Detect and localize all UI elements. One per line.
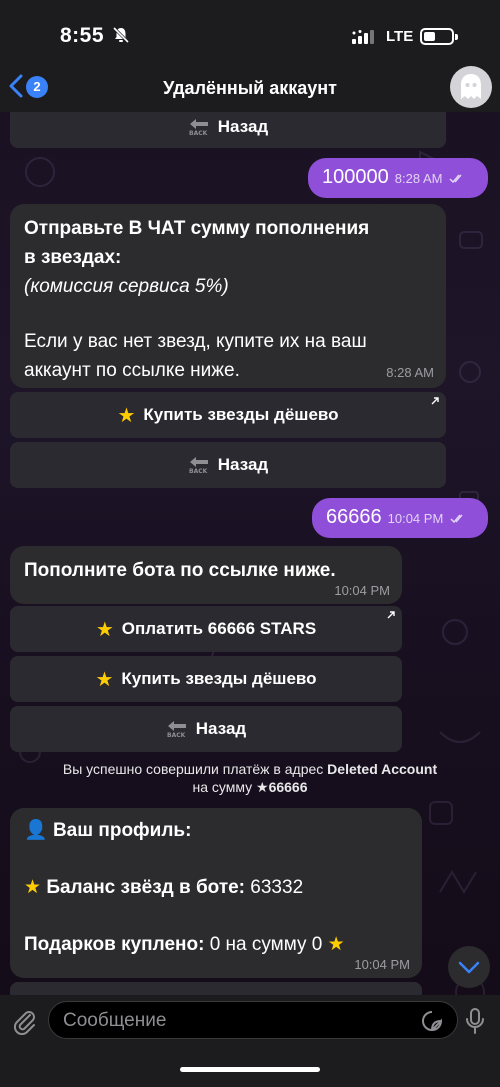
external-link-icon bbox=[387, 611, 395, 619]
battery-icon bbox=[420, 28, 458, 45]
star-icon: ★ bbox=[117, 404, 136, 427]
outgoing-message[interactable]: 100000 8:28 AM bbox=[308, 158, 488, 198]
back-button-label: Назад bbox=[217, 455, 269, 474]
star-icon: ★ bbox=[24, 877, 42, 898]
message-list[interactable]: BACK Назад 100000 8:28 AM Отправьте В ЧАТ… bbox=[0, 112, 500, 995]
buy-stars-label: Купить звезды дёшево bbox=[143, 405, 339, 424]
star-icon: ★ bbox=[327, 934, 345, 955]
message-time: 10:04 PM bbox=[354, 957, 410, 972]
message-time: 10:04 PM bbox=[334, 583, 390, 598]
user-silhouette-icon: 👤 bbox=[24, 820, 48, 841]
svg-text:BACK: BACK bbox=[167, 732, 186, 738]
home-indicator bbox=[180, 1067, 320, 1072]
message-line: в звездах: bbox=[24, 247, 122, 268]
message-line: Отправьте В ЧАТ сумму пополнения bbox=[24, 218, 370, 239]
message-input[interactable] bbox=[63, 1008, 403, 1034]
gifts-value: 0 на сумму 0 bbox=[209, 934, 323, 955]
service-star-icon: ★ bbox=[256, 779, 269, 795]
balance-value: 63332 bbox=[250, 877, 304, 898]
chat-header: 2 Удалённый аккаунт bbox=[0, 66, 500, 112]
external-link-icon bbox=[431, 397, 439, 405]
status-bar: 8:55 LTE bbox=[0, 0, 500, 66]
back-button-label: Назад bbox=[195, 719, 247, 738]
microphone-icon[interactable] bbox=[464, 1007, 486, 1035]
balance-row: ★ Баланс звёзд в боте: 63332 bbox=[24, 873, 408, 902]
chevron-down-icon bbox=[458, 961, 480, 974]
message-time: 10:04 PM bbox=[387, 511, 444, 526]
incoming-message[interactable]: Отправьте В ЧАТ сумму пополнения в звезд… bbox=[10, 204, 446, 388]
incoming-message[interactable]: 👤 Ваш профиль: ★ Баланс звёзд в боте: 63… bbox=[10, 808, 422, 978]
read-checkmarks-icon bbox=[449, 174, 462, 183]
signal-icon bbox=[352, 30, 374, 44]
network-type: LTE bbox=[386, 28, 414, 45]
back-button[interactable]: BACK Назад bbox=[10, 442, 446, 488]
sticker-icon[interactable] bbox=[421, 1010, 443, 1032]
back-arrow-icon: BACK bbox=[189, 119, 208, 136]
service-recipient: Deleted Account bbox=[327, 761, 438, 777]
service-text: на сумму bbox=[192, 779, 257, 795]
avatar[interactable] bbox=[450, 66, 492, 108]
attach-paperclip-icon[interactable] bbox=[10, 1007, 38, 1035]
back-button[interactable]: BACK Назад bbox=[10, 112, 446, 148]
message-text: 100000 bbox=[322, 166, 389, 188]
profile-title: Ваш профиль: bbox=[52, 820, 192, 841]
message-line: Если у вас нет звезд, купите их на ваш bbox=[24, 331, 367, 352]
star-icon: ★ bbox=[95, 618, 114, 641]
message-field[interactable] bbox=[48, 1001, 458, 1039]
buy-stars-label: Купить звезды дёшево bbox=[121, 669, 317, 688]
ghost-icon bbox=[461, 74, 481, 99]
message-time: 8:28 AM bbox=[386, 365, 434, 380]
silent-bell-icon bbox=[112, 26, 130, 44]
status-time: 8:55 bbox=[60, 24, 105, 47]
back-arrow-icon: BACK bbox=[189, 457, 208, 474]
svg-text:BACK: BACK bbox=[189, 130, 208, 136]
svg-text:BACK: BACK bbox=[189, 468, 208, 474]
outgoing-message[interactable]: 66666 10:04 PM bbox=[312, 498, 488, 538]
star-icon: ★ bbox=[95, 668, 114, 691]
composer-bar bbox=[0, 995, 500, 1087]
back-button[interactable]: BACK Назад bbox=[10, 706, 402, 752]
message-line: аккаунт по ссылке ниже. bbox=[24, 360, 240, 381]
back-arrow-icon: BACK bbox=[167, 721, 186, 738]
pay-stars-button[interactable]: ★ Оплатить 66666 STARS bbox=[10, 606, 402, 652]
message-time: 8:28 AM bbox=[394, 171, 443, 186]
back-button-label: Назад bbox=[217, 117, 269, 136]
scroll-to-bottom-button[interactable] bbox=[448, 946, 490, 988]
buy-stars-button[interactable]: ★ Купить звезды дёшево bbox=[10, 392, 446, 438]
message-line: (комиссия сервиса 5%) bbox=[24, 276, 229, 297]
incoming-message[interactable]: Пополните бота по ссылке ниже. 10:04 PM bbox=[10, 546, 402, 604]
profile-title-row: 👤 Ваш профиль: bbox=[24, 816, 408, 845]
gifts-row: Подарков куплено: 0 на сумму 0 ★ bbox=[24, 930, 408, 959]
message-line: Пополните бота по ссылке ниже. bbox=[24, 560, 336, 581]
payment-service-message: Вы успешно совершили платёж в адрес Dele… bbox=[60, 760, 440, 796]
read-checkmarks-icon bbox=[450, 514, 463, 523]
buy-stars-button[interactable]: ★ Купить звезды дёшево bbox=[10, 656, 402, 702]
gifts-label: Подарков куплено: bbox=[24, 934, 205, 955]
keyboard-button-partial[interactable] bbox=[10, 982, 422, 995]
chat-title[interactable]: Удалённый аккаунт bbox=[0, 78, 500, 99]
service-amount: 66666 bbox=[268, 779, 308, 795]
balance-label: Баланс звёзд в боте: bbox=[46, 877, 246, 898]
pay-stars-label: Оплатить 66666 STARS bbox=[121, 619, 317, 638]
message-text: 66666 bbox=[326, 506, 382, 528]
service-text: Вы успешно совершили платёж в адрес bbox=[62, 761, 328, 777]
